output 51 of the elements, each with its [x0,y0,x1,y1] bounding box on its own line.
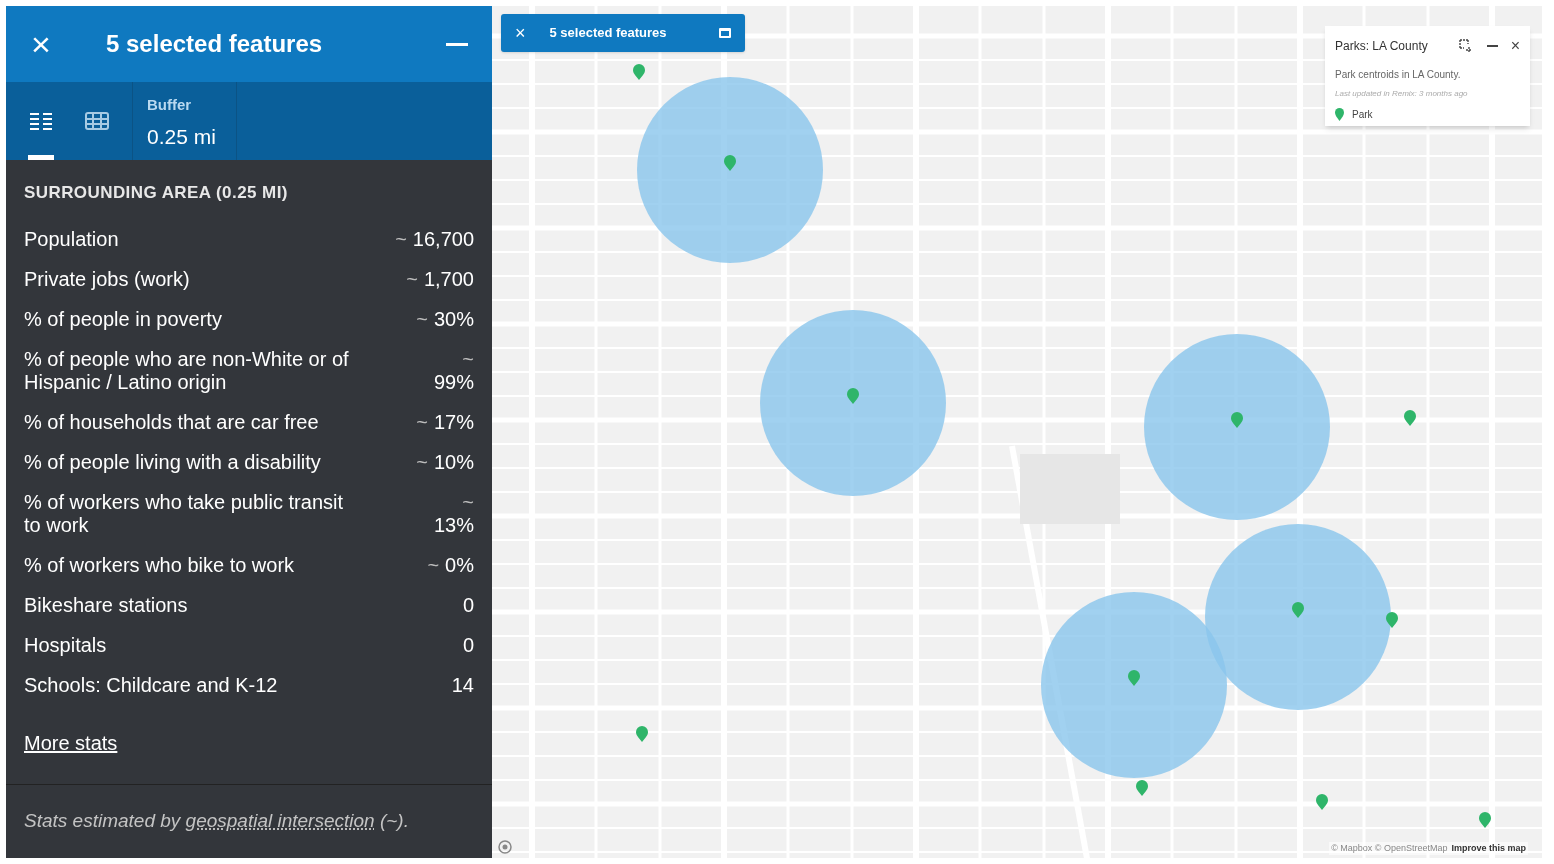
stat-value: 14 [451,673,474,697]
legend-description: Park centroids in LA County. [1335,68,1462,82]
panel-title: 5 selected features [106,29,324,59]
footnote: Stats estimated by geospatial intersection (~). [24,809,409,834]
stat-label: % of people living with a disability [24,450,321,474]
stat-label: % of households that are car free [24,410,319,434]
stat-label: % of people who are non-White or of Hispanic / Latino origin [24,347,350,394]
stat-value: 1,700 [423,267,474,291]
stat-value: 13% [433,513,474,537]
close-button[interactable]: × [28,27,54,61]
close-button[interactable]: × [1510,38,1520,54]
close-button[interactable]: × [515,24,526,42]
approx-mark: ~ [427,553,440,577]
map-attribution: © Mapbox © OpenStreetMap [1331,841,1448,855]
mapbox-logo-icon[interactable] [498,840,512,854]
buffer-label: Buffer [147,95,193,115]
buffer-value[interactable]: 0.25 mi [147,120,222,152]
expand-button[interactable] [719,28,731,38]
approx-mark: ~ [462,490,474,514]
approx-mark: ~ [416,410,428,434]
stat-value: 16,700 [412,227,474,251]
stat-label: Population [24,227,119,251]
approx-mark: ~ [462,347,474,371]
legend-updated: Last updated in Remix: 3 months ago [1335,88,1469,100]
more-stats-link[interactable]: More stats [24,727,118,758]
stat-value: 0 [462,593,474,617]
table-icon [85,112,109,130]
selection-title: 5 selected features [549,24,668,43]
list-icon [30,112,52,130]
stat-value: 0% [445,553,474,577]
stat-label: % of people in poverty [24,307,222,331]
approx-mark: ~ [395,227,407,251]
stat-value: 10% [433,450,474,474]
stat-value: 17% [433,410,474,434]
approx-mark: ~ [406,267,418,291]
approx-mark: ~ [416,307,428,331]
improve-map-link[interactable]: Improve this map [1451,841,1526,855]
approx-mark: ~ [416,450,428,474]
legend-title: Parks: LA County [1335,38,1429,55]
stat-label: Schools: Childcare and K-12 [24,673,278,697]
stat-label: Private jobs (work) [24,267,190,291]
stat-value: 0 [462,633,474,657]
stat-value: 99% [433,370,474,394]
section-heading: SURROUNDING AREA (0.25 MI) [24,182,289,204]
stat-label: Bikeshare stations [24,593,188,617]
legend-item: Park [1352,108,1373,122]
stat-label: % of workers who take public transit to work [24,490,345,537]
stat-label: Hospitals [24,633,107,657]
select-area-icon[interactable] [1458,39,1473,53]
stat-value: 30% [433,307,474,331]
stat-label: % of workers who bike to work [24,553,295,577]
